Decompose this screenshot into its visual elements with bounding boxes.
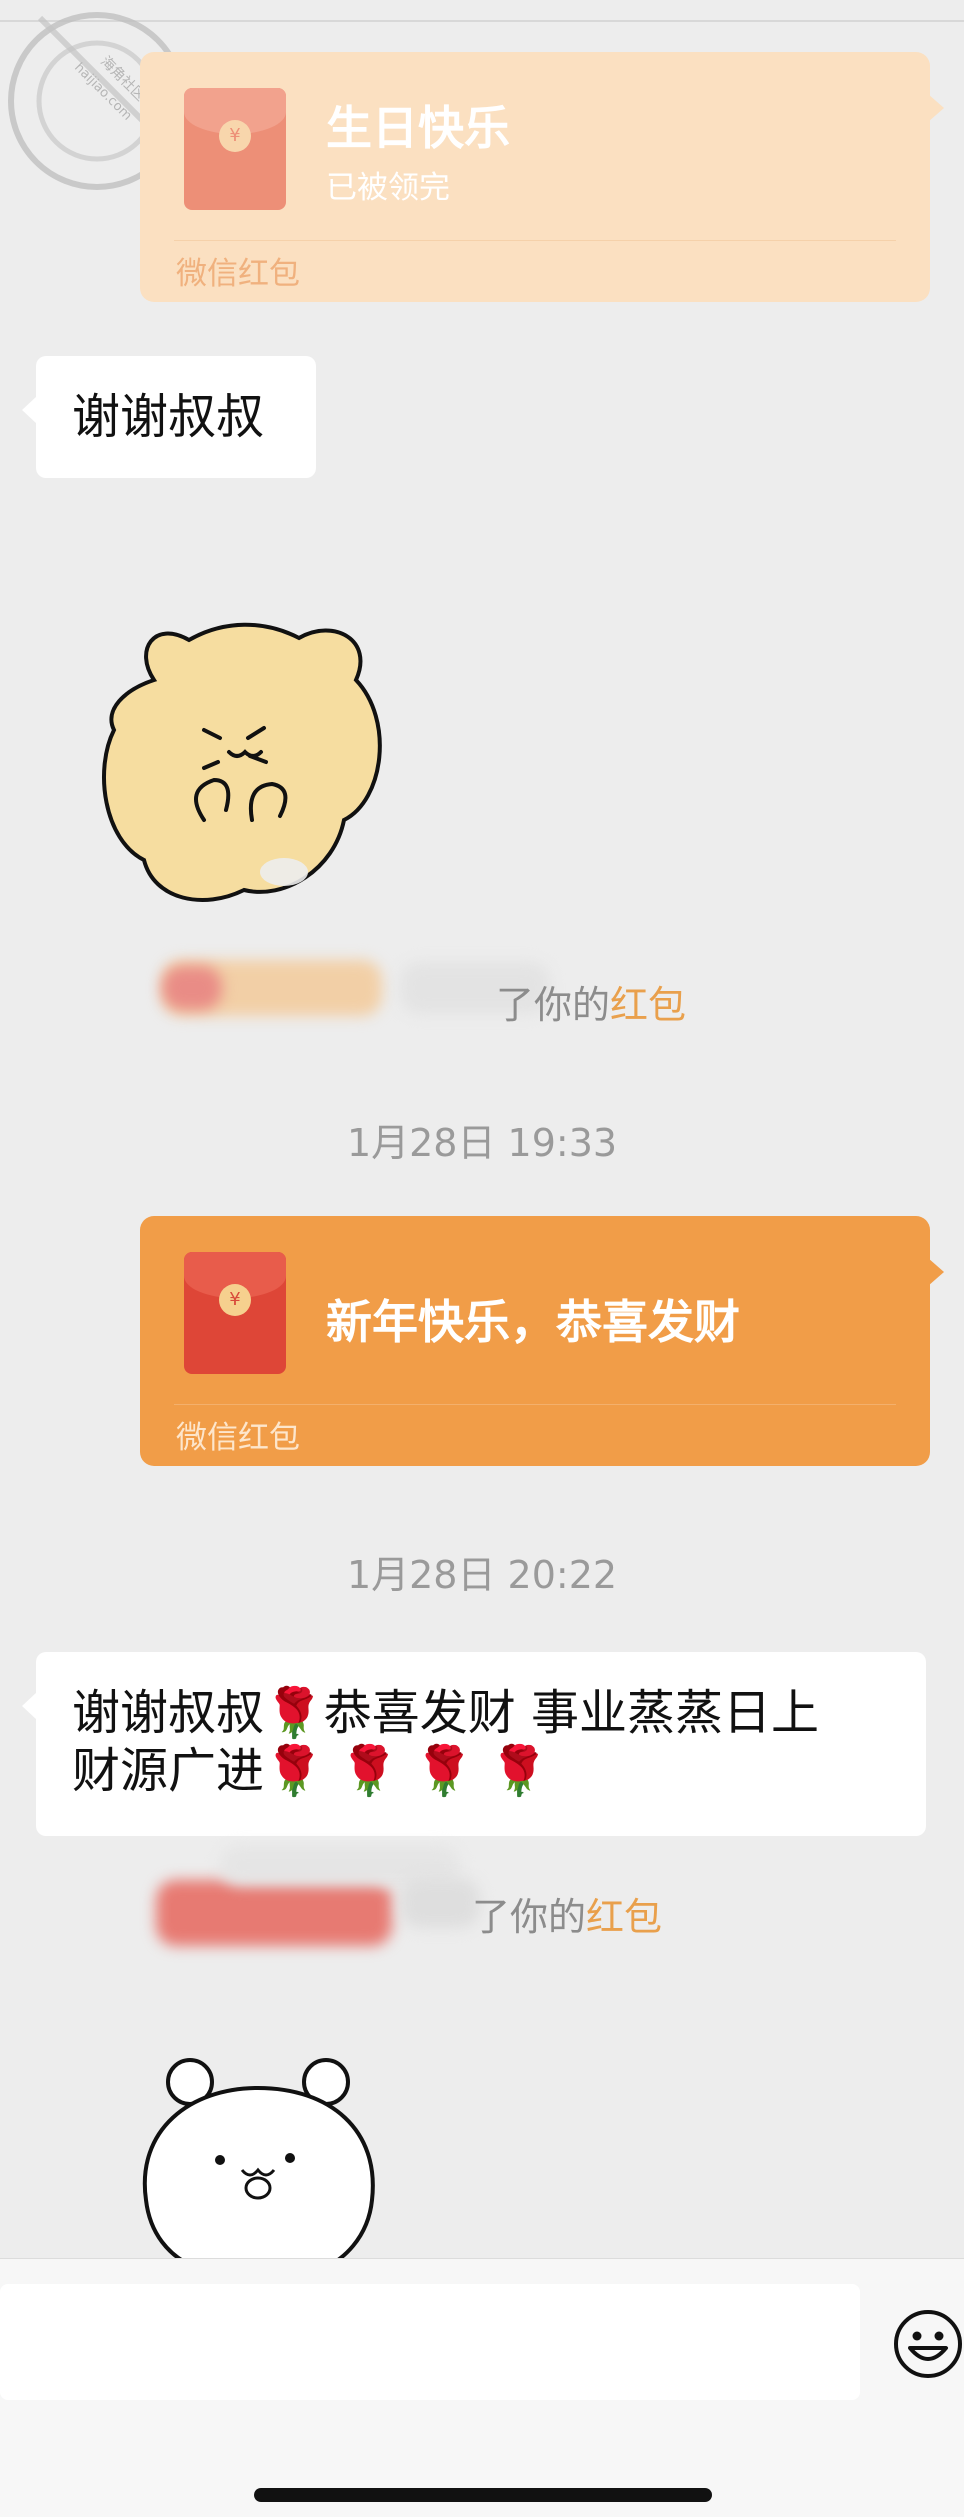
bear-sticker-image[interactable]: [94, 610, 404, 910]
rose-emoji-icon: 🌹: [339, 1743, 399, 1799]
red-packet-link[interactable]: 红包: [610, 983, 686, 1027]
red-packet-opened[interactable]: ¥ 生日快乐 已被领完 微信红包: [140, 52, 944, 302]
message-bubble[interactable]: 谢谢叔叔: [22, 356, 316, 478]
bubble-tail: [928, 94, 944, 122]
home-indicator[interactable]: [254, 2488, 712, 2502]
receipt-notice: 了你的红包: [496, 974, 686, 1029]
red-packet-title: 新年快乐，恭喜发财: [326, 1295, 740, 1349]
red-packet-link[interactable]: 红包: [586, 1895, 662, 1939]
red-packet-divider: [174, 1404, 896, 1405]
receipt-notice-text: 了你的: [496, 983, 611, 1027]
message-text: 谢谢叔叔🌹恭喜发财 事业蒸蒸日上 财源广进🌹 🌹 🌹 🌹: [72, 1685, 820, 1799]
timestamp: 1月28日 19:33: [346, 1121, 618, 1165]
coin-icon: ¥: [219, 1284, 251, 1316]
bubble-tail: [928, 1258, 944, 1286]
red-envelope-icon: ¥: [184, 1252, 286, 1374]
red-packet-status: 已被领完: [326, 170, 450, 206]
rose-emoji-icon: 🌹: [489, 1743, 549, 1799]
blurred-name: [156, 1880, 392, 1946]
red-envelope-icon: ¥: [184, 88, 286, 210]
timestamp: 1月28日 20:22: [346, 1553, 618, 1597]
coin-icon: ¥: [219, 120, 251, 152]
red-packet-title: 生日快乐: [326, 101, 510, 155]
white-bear-sticker-image[interactable]: [130, 2050, 390, 2260]
receipt-notice: 了你的红包: [472, 1886, 662, 1941]
red-packet-unopened[interactable]: ¥ 新年快乐，恭喜发财 微信红包: [140, 1216, 944, 1466]
message-text: 谢谢叔叔: [72, 389, 265, 445]
rose-emoji-icon: 🌹: [264, 1685, 324, 1741]
emoji-face-icon[interactable]: [892, 2308, 964, 2380]
rose-emoji-icon: 🌹: [264, 1743, 324, 1799]
message-input[interactable]: [0, 2284, 860, 2400]
red-packet-divider: [174, 240, 896, 241]
receipt-notice-text: 了你的: [472, 1895, 587, 1939]
red-packet-footer: 微信红包: [176, 1420, 300, 1456]
message-bubble[interactable]: 谢谢叔叔🌹恭喜发财 事业蒸蒸日上 财源广进🌹 🌹 🌹 🌹: [22, 1652, 926, 1836]
rose-emoji-icon: 🌹: [414, 1743, 474, 1799]
red-packet-footer: 微信红包: [176, 256, 300, 292]
